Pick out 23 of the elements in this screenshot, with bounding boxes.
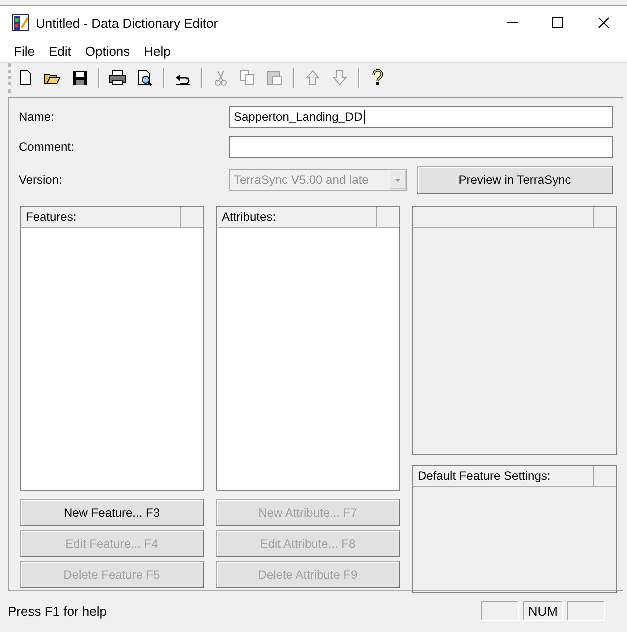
menu-item[interactable]: Help (137, 42, 178, 60)
menu-item[interactable]: Options (78, 42, 138, 60)
dropdown-arrow-icon (390, 171, 406, 189)
feature-button[interactable]: New Feature... F3 (20, 499, 204, 526)
status-indicator: NUM (523, 601, 563, 621)
comment-field[interactable] (229, 136, 613, 158)
status-text: Press F1 for help (8, 604, 108, 618)
list-box[interactable]: Attributes: (216, 206, 400, 491)
print-preview-icon[interactable] (136, 69, 154, 87)
printer-icon[interactable] (109, 69, 127, 87)
column-header[interactable]: Default Feature Settings: (413, 466, 594, 486)
menu-item[interactable]: File (7, 42, 42, 60)
comment-label: Comment: (19, 140, 76, 154)
version-label: Version: (19, 173, 64, 187)
status-pane (567, 601, 605, 621)
name-field[interactable]: Sapperton_Landing_DD (229, 106, 613, 128)
list-box[interactable]: Features: (20, 206, 204, 491)
menu-item[interactable]: Edit (42, 42, 78, 60)
status-pane (481, 601, 520, 621)
name-label: Name: (19, 110, 56, 124)
window-title: Untitled - Data Dictionary Editor (36, 16, 218, 30)
preview-button[interactable]: Preview in TerraSync (417, 166, 613, 194)
app-icon (12, 14, 30, 32)
